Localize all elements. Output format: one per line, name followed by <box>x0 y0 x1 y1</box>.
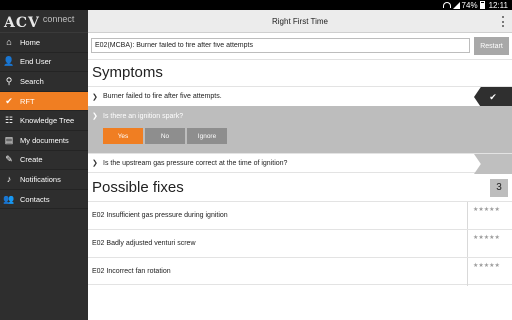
answer-no-button[interactable]: No <box>145 128 185 144</box>
sidebar-item-label: Search <box>20 76 44 86</box>
bell-icon: ♪ <box>6 174 12 185</box>
sidebar-item-notifications[interactable]: ♪ Notifications <box>0 170 88 190</box>
search-icon: ⚲ <box>5 75 13 86</box>
chevron-down-icon: ❯ <box>92 113 98 120</box>
action-bar: Right First Time <box>88 10 512 33</box>
check-icon: ✔ <box>474 87 512 107</box>
sidebar-item-label: RFT <box>20 96 35 106</box>
sidebar-item-label: Contacts <box>20 194 50 204</box>
sidebar-item-label: Knowledge Tree <box>20 116 75 126</box>
search-row: Restart <box>88 33 512 60</box>
sidebar-item-label: Home <box>20 37 41 47</box>
fix-text: E02 Incorrect fan rotation <box>92 267 171 275</box>
home-icon: ⌂ <box>6 37 12 48</box>
document-icon: ▤ <box>4 134 14 145</box>
chevron-right-icon: ❯ <box>92 160 98 167</box>
star-rating[interactable]: ★★★★★ <box>467 258 512 286</box>
symptoms-heading: Symptoms <box>92 64 163 81</box>
app-logo: ACV connect <box>0 10 88 33</box>
pencil-icon: ✎ <box>5 154 13 165</box>
chevron-right-icon: ❯ <box>92 93 98 101</box>
symptom-row[interactable]: ❯ Burner failed to fire after five attem… <box>88 86 512 107</box>
star-rating[interactable]: ★★★★★ <box>467 202 512 230</box>
sidebar-item-create[interactable]: ✎ Create <box>0 151 88 171</box>
question-text: Is there an ignition spark? <box>103 112 184 120</box>
sidebar-item-search[interactable]: ⚲ Search <box>0 72 88 92</box>
sidebar-item-home[interactable]: ⌂ Home <box>0 33 88 53</box>
question-row[interactable]: ❯ Is the upstream gas pressure correct a… <box>88 153 512 174</box>
tree-icon: ☷ <box>4 115 14 126</box>
fixes-count-badge: 3 <box>490 179 508 197</box>
signal-icon <box>452 1 460 9</box>
fix-item[interactable]: E02 Insufficient gas pressure during ign… <box>88 201 512 230</box>
pending-indicator <box>474 154 512 174</box>
star-rating[interactable]: ★★★★★ <box>467 230 512 258</box>
sidebar-item-rft[interactable]: ✔ RFT <box>0 91 88 112</box>
sidebar-nav: ⌂ Home 👤 End User ⚲ Search ✔ RFT ☷ Knowledge Tree… <box>0 33 88 210</box>
contacts-icon: 👥 <box>3 193 15 204</box>
fix-text: E02 Insufficient gas pressure during ign… <box>92 212 228 219</box>
page-title: Right First Time <box>271 17 328 26</box>
overflow-menu-icon[interactable] <box>501 16 504 27</box>
logo-sub: connect <box>42 14 75 24</box>
sidebar-item-label: Notifications <box>20 174 61 184</box>
fix-item[interactable]: E02 Badly adjusted venturi screw ★★★★★ <box>88 229 512 258</box>
search-input[interactable] <box>91 38 470 53</box>
answer-buttons: Yes No Ignore <box>88 128 512 144</box>
user-icon: 👤 <box>3 56 15 67</box>
wifi-icon <box>442 2 451 8</box>
sidebar-item-knowledge-tree[interactable]: ☷ Knowledge Tree <box>0 111 88 131</box>
clock: 12:11 <box>488 0 508 10</box>
restart-button[interactable]: Restart <box>474 37 509 55</box>
fixes-title: Possible fixes <box>92 179 184 196</box>
fix-item[interactable]: E02 Incorrect fan rotation ★★★★★ <box>88 257 512 286</box>
battery-percent: 74% <box>461 0 478 10</box>
status-bar: 74% 12:11 <box>0 0 512 10</box>
sidebar-item-label: My documents <box>20 135 69 145</box>
sidebar-item-label: Create <box>20 155 43 165</box>
sidebar: ACV connect ⌂ Home 👤 End User ⚲ Search ✔ RFT ☷ Kn… <box>0 10 88 320</box>
logo-main: ACV <box>4 15 40 31</box>
answer-ignore-button[interactable]: Ignore <box>187 128 227 144</box>
sidebar-item-label: End User <box>20 57 52 67</box>
main-content: Restart Symptoms ❯ Burner failed to fire… <box>88 33 512 320</box>
answer-yes-button[interactable]: Yes <box>103 128 143 144</box>
question-header[interactable]: ❯ Is there an ignition spark? <box>88 106 512 126</box>
question-text: Is the upstream gas pressure correct at … <box>103 159 288 167</box>
checkmark-icon: ✔ <box>5 95 13 106</box>
symptom-text: Burner failed to fire after five attempt… <box>103 93 222 100</box>
battery-icon <box>479 1 485 9</box>
fix-text: E02 Badly adjusted venturi screw <box>92 240 196 247</box>
fixes-heading: Possible fixes 3 <box>88 175 512 201</box>
sidebar-item-end-user[interactable]: 👤 End User <box>0 53 88 73</box>
question-row-active: ❯ Is there an ignition spark? Yes No Ign… <box>88 106 512 153</box>
sidebar-item-my-documents[interactable]: ▤ My documents <box>0 131 88 151</box>
status-right: 74% 12:11 <box>442 0 508 10</box>
sidebar-item-contacts[interactable]: 👥 Contacts <box>0 190 88 210</box>
